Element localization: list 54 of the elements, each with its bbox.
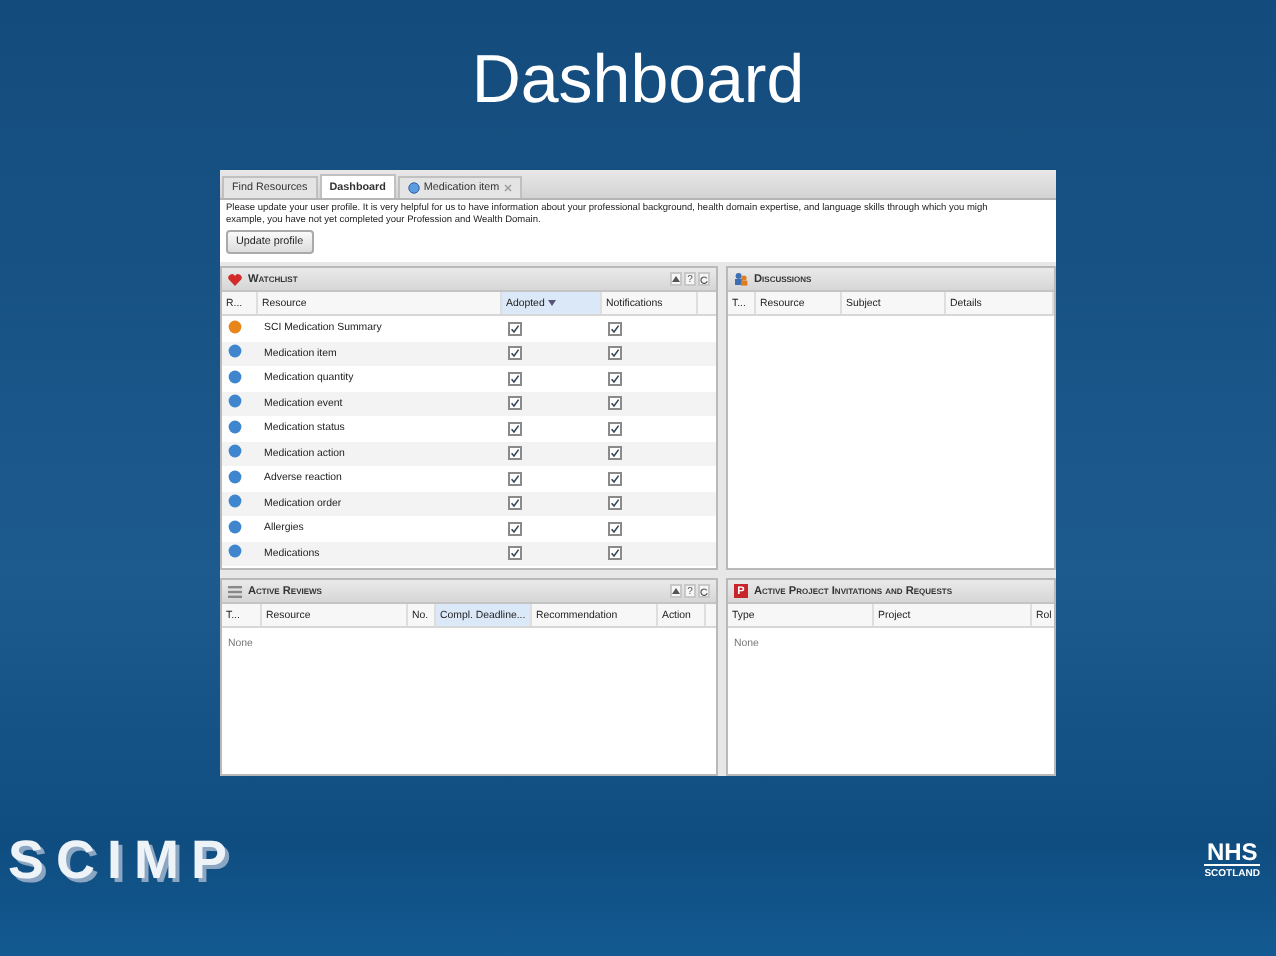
close-icon (503, 184, 512, 192)
collapse-icon (672, 276, 680, 282)
notifications-checkbox[interactable] (608, 496, 622, 511)
notifications-checkbox[interactable] (608, 521, 622, 536)
refresh-button[interactable] (698, 272, 710, 286)
notifications-checkbox[interactable] (608, 396, 622, 411)
checkmark-icon (510, 323, 520, 334)
adopted-checkbox[interactable] (508, 321, 522, 336)
adopted-checkbox[interactable] (508, 371, 522, 386)
checkmark-icon (610, 473, 620, 484)
notifications-checkbox[interactable] (608, 471, 622, 486)
checkmark-icon (510, 423, 520, 434)
checkmark-icon (610, 323, 620, 334)
checkmark-icon (510, 448, 520, 459)
people-icon (734, 272, 748, 286)
notifications-checkbox[interactable] (608, 321, 622, 336)
checkmark-icon (510, 548, 520, 559)
notifications-checkbox[interactable] (608, 346, 622, 361)
adopted-checkbox[interactable] (508, 421, 522, 436)
nhs-logo-text: NHS (1206, 840, 1258, 864)
checkmark-icon (510, 498, 520, 509)
checkmark-icon (510, 348, 520, 359)
checkmark-icon (610, 373, 620, 384)
notifications-checkbox[interactable] (608, 546, 622, 561)
adopted-checkbox[interactable] (508, 346, 522, 361)
adopted-checkbox[interactable] (508, 396, 522, 411)
collapse-icon (672, 588, 680, 594)
checkmark-icon (510, 398, 520, 409)
checkmark-icon (510, 473, 520, 484)
heart-icon (228, 273, 242, 285)
refresh-button[interactable] (698, 584, 710, 598)
adopted-checkbox[interactable] (508, 496, 522, 511)
checkmark-icon (610, 423, 620, 434)
collapse-button[interactable] (670, 584, 682, 598)
adopted-checkbox[interactable] (508, 521, 522, 536)
adopted-checkbox[interactable] (508, 546, 522, 561)
checkmark-icon (610, 523, 620, 534)
adopted-checkbox[interactable] (508, 446, 522, 461)
checkmark-icon (610, 348, 620, 359)
scimp-logo-text: SCIMP (8, 829, 240, 891)
adopted-checkbox[interactable] (508, 471, 522, 486)
collapse-button[interactable] (670, 272, 682, 286)
notifications-checkbox[interactable] (608, 371, 622, 386)
sort-caret-icon (548, 300, 557, 306)
list-icon (228, 585, 242, 597)
notifications-checkbox[interactable] (608, 446, 622, 461)
checkmark-icon (610, 448, 620, 459)
checkmark-icon (610, 498, 620, 509)
checkmark-icon (610, 548, 620, 559)
checkmark-icon (510, 373, 520, 384)
checkmark-icon (510, 523, 520, 534)
checkmark-icon (610, 398, 620, 409)
slide-title: Dashboard (471, 42, 805, 122)
notifications-checkbox[interactable] (608, 421, 622, 436)
